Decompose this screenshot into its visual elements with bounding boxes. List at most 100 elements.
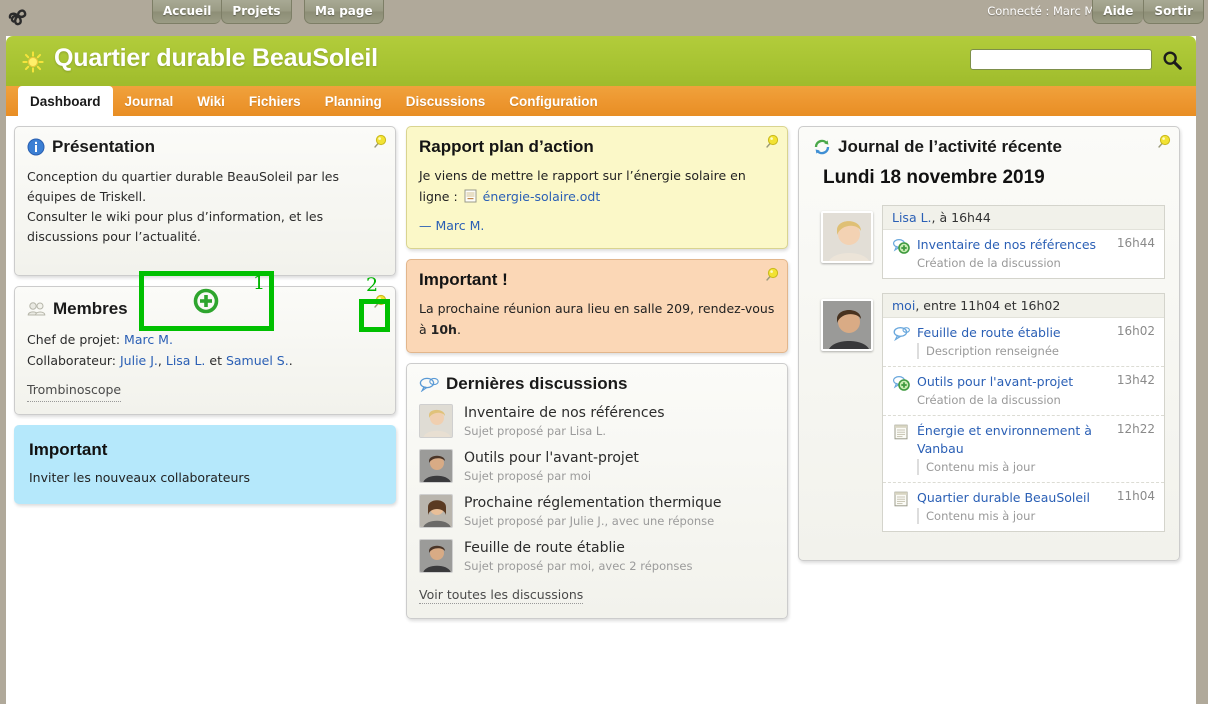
pin-icon[interactable] xyxy=(763,267,779,283)
journal-entry[interactable]: Quartier durable BeauSoleil Contenu mis … xyxy=(883,483,1164,531)
page-icon xyxy=(894,424,908,440)
nav-sortir[interactable]: Sortir xyxy=(1143,0,1204,24)
discussion-title[interactable]: Prochaine réglementation thermique xyxy=(464,494,721,512)
block-rapport: Rapport plan d’action Je viens de mettre… xyxy=(406,126,788,249)
info-icon xyxy=(27,138,45,156)
tab-dashboard[interactable]: Dashboard xyxy=(18,86,113,116)
rapport-title: Rapport plan d’action xyxy=(419,137,594,156)
chef-label: Chef de projet: xyxy=(27,332,121,347)
journal-entry-title[interactable]: Quartier durable BeauSoleil xyxy=(917,489,1104,507)
discussion-title[interactable]: Feuille de route établie xyxy=(464,539,692,557)
pin-icon[interactable] xyxy=(371,294,387,310)
journal-entry-title[interactable]: Inventaire de nos références xyxy=(917,236,1104,254)
pin-icon[interactable] xyxy=(1155,134,1171,150)
discussion-title[interactable]: Inventaire de nos références xyxy=(464,404,665,422)
journal-entry[interactable]: Outils pour l'avant-projet Création de l… xyxy=(883,367,1164,416)
connected-user-label: Connecté : Marc M. xyxy=(987,4,1098,18)
search-button[interactable] xyxy=(1160,49,1184,71)
journal-date: Lundi 18 novembre 2019 xyxy=(823,167,1045,188)
top-nav-help-group: Aide Sortir xyxy=(1092,0,1204,24)
membres-body: Chef de projet: Marc M. Collaborateur: J… xyxy=(27,329,383,402)
block-important-blue: Important Inviter les nouveaux collabora… xyxy=(14,425,396,504)
journal-entry-subtitle: Création de la discussion xyxy=(917,393,1061,407)
tab-bar: Dashboard Journal Wiki Fichiers Planning… xyxy=(6,86,1196,116)
page-content: Quartier durable BeauSoleil Dashboard Jo… xyxy=(6,36,1196,704)
refresh-icon xyxy=(814,139,830,155)
journal-entry-title[interactable]: Outils pour l'avant-projet xyxy=(917,373,1104,391)
discussion-subtitle: Sujet proposé par moi, avec 2 réponses xyxy=(464,559,693,573)
journal-group-user[interactable]: moi xyxy=(892,298,915,313)
journal-entry-subtitle: Contenu mis à jour xyxy=(917,459,1104,475)
collab-label: Collaborateur: xyxy=(27,353,117,368)
journal-entry-subtitle: Contenu mis à jour xyxy=(917,508,1104,524)
speech-bubble-icon xyxy=(419,377,439,392)
journal-entry[interactable]: Feuille de route établie Description ren… xyxy=(883,318,1164,367)
journal-group-time: , entre 11h04 et 16h02 xyxy=(915,298,1061,313)
tab-journal[interactable]: Journal xyxy=(113,86,186,116)
nav-accueil[interactable]: Accueil xyxy=(152,0,222,24)
journal-group: Lisa L., à 16h44 Inventaire de nos référ… xyxy=(813,205,1165,279)
collab-sep1: , xyxy=(157,353,162,368)
rapport-signature[interactable]: — Marc M. xyxy=(419,215,775,236)
see-all-discussions-link[interactable]: Voir toutes les discussions xyxy=(419,587,584,604)
journal-entry-title[interactable]: Énergie et environnement à Vanbau xyxy=(917,422,1104,458)
pin-icon[interactable] xyxy=(371,134,387,150)
avatar xyxy=(419,539,453,573)
pin-icon[interactable] xyxy=(763,134,779,150)
journal-entry[interactable]: Inventaire de nos références Création de… xyxy=(883,230,1164,278)
presentation-title: Présentation xyxy=(52,137,155,156)
member-link-julie[interactable]: Julie J. xyxy=(120,353,158,368)
block-journal: Journal de l’activité récente Lundi 18 n… xyxy=(798,126,1180,561)
avatar xyxy=(419,449,453,483)
discussion-subtitle: Sujet proposé par Lisa L. xyxy=(464,424,606,438)
nav-ma-page[interactable]: Ma page xyxy=(304,0,384,24)
dashboard-column-right: Journal de l’activité récente Lundi 18 n… xyxy=(798,126,1180,561)
journal-entry-time: 16h44 xyxy=(1116,236,1155,250)
list-item[interactable]: Outils pour l'avant-projet Sujet proposé… xyxy=(419,449,775,484)
block-important-peach: Important ! La prochaine réunion aura li… xyxy=(406,259,788,353)
discussion-add-icon xyxy=(892,376,910,391)
annotation-label-1: 1 xyxy=(253,272,266,294)
journal-group: moi, entre 11h04 et 16h02 Feuille de rou… xyxy=(813,293,1165,532)
plus-circle-icon xyxy=(193,288,219,314)
presentation-line-1: Conception du quartier durable BeauSolei… xyxy=(27,169,339,204)
journal-card: moi, entre 11h04 et 16h02 Feuille de rou… xyxy=(882,293,1165,532)
journal-group-user[interactable]: Lisa L. xyxy=(892,210,932,225)
member-link-lisa[interactable]: Lisa L. xyxy=(166,353,206,368)
presentation-body: Conception du quartier durable BeauSolei… xyxy=(27,167,383,247)
journal-entry-title[interactable]: Feuille de route établie xyxy=(917,324,1104,342)
nav-projets[interactable]: Projets xyxy=(221,0,292,24)
top-nav-mypage-group: Ma page xyxy=(304,0,384,24)
journal-entry-time: 12h22 xyxy=(1116,422,1155,436)
tab-planning[interactable]: Planning xyxy=(313,86,394,116)
important-blue-title: Important xyxy=(29,440,108,459)
avatar xyxy=(821,211,873,263)
list-item[interactable]: Inventaire de nos références Sujet propo… xyxy=(419,404,775,439)
membres-title: Membres xyxy=(53,299,128,318)
block-title-discussions: Dernières discussions xyxy=(419,374,775,394)
rapport-body: Je viens de mettre le rapport sur l’éner… xyxy=(419,165,775,236)
list-item[interactable]: Prochaine réglementation thermique Sujet… xyxy=(419,494,775,529)
journal-entry[interactable]: Énergie et environnement à Vanbau Conten… xyxy=(883,416,1164,483)
important-peach-body: La prochaine réunion aura lieu en salle … xyxy=(419,298,775,340)
tab-wiki[interactable]: Wiki xyxy=(185,86,237,116)
trombinoscope-link[interactable]: Trombinoscope xyxy=(27,379,122,402)
list-item[interactable]: Feuille de route établie Sujet proposé p… xyxy=(419,539,775,574)
member-link-marc[interactable]: Marc M. xyxy=(124,332,173,347)
page-icon xyxy=(894,491,908,507)
member-link-samuel[interactable]: Samuel S. xyxy=(226,353,289,368)
chef-row: Chef de projet: Marc M. xyxy=(27,329,383,350)
add-block-button[interactable] xyxy=(189,288,223,314)
search-input[interactable] xyxy=(970,49,1152,70)
journal-entry-subtitle: Création de la discussion xyxy=(917,256,1061,270)
tab-configuration[interactable]: Configuration xyxy=(497,86,609,116)
discussion-title[interactable]: Outils pour l'avant-projet xyxy=(464,449,639,467)
nav-aide[interactable]: Aide xyxy=(1092,0,1144,24)
top-nav-group: Accueil Projets xyxy=(152,0,292,24)
journal-entry-time: 13h42 xyxy=(1116,373,1155,387)
tab-discussions[interactable]: Discussions xyxy=(394,86,498,116)
dashboard-column-middle: Rapport plan d’action Je viens de mettre… xyxy=(406,126,788,619)
rapport-file-link[interactable]: énergie-solaire.odt xyxy=(483,189,601,204)
page-title: Quartier durable BeauSoleil xyxy=(54,44,378,72)
tab-fichiers[interactable]: Fichiers xyxy=(237,86,313,116)
